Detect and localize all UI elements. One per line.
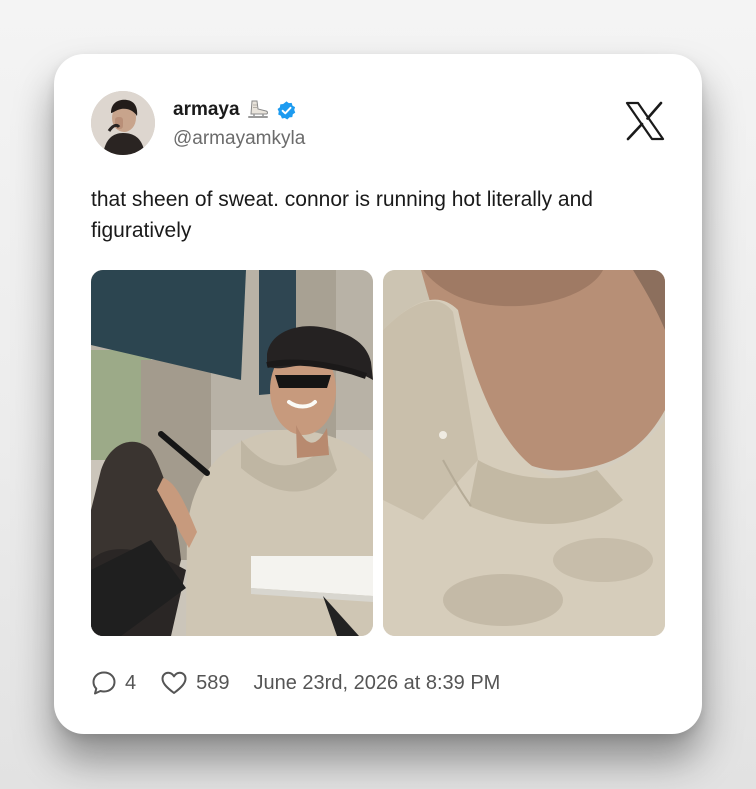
display-name[interactable]: armaya xyxy=(173,99,240,121)
photo-icon xyxy=(383,270,665,636)
like-count: 589 xyxy=(196,671,230,694)
tweet-footer: 4 589 June 23rd, 2026 at 8:39 PM xyxy=(91,668,500,698)
tweet-photo-2[interactable] xyxy=(383,270,665,636)
avatar-image xyxy=(91,91,155,155)
x-logo-icon[interactable] xyxy=(624,100,666,142)
tweet-photo-1[interactable] xyxy=(91,270,373,636)
reply-button[interactable]: 4 xyxy=(91,670,136,696)
verified-badge-icon xyxy=(276,100,297,121)
heart-icon xyxy=(160,670,188,696)
ice-skate-icon xyxy=(246,99,270,121)
tweet-card: armaya @armayamkyla that sheen of sweat.… xyxy=(54,54,702,734)
avatar[interactable] xyxy=(91,91,155,155)
tweet-text: that sheen of sweat. connor is running h… xyxy=(91,188,593,242)
reply-count: 4 xyxy=(125,671,137,694)
tweet-timestamp[interactable]: June 23rd, 2026 at 8:39 PM xyxy=(254,672,501,695)
author-name-row: armaya xyxy=(173,99,297,121)
author-handle[interactable]: @armayamkyla xyxy=(173,128,305,150)
like-button[interactable]: 589 xyxy=(160,670,230,696)
photo-icon xyxy=(91,270,373,636)
comment-bubble-icon xyxy=(91,670,117,696)
tweet-media xyxy=(91,270,665,636)
